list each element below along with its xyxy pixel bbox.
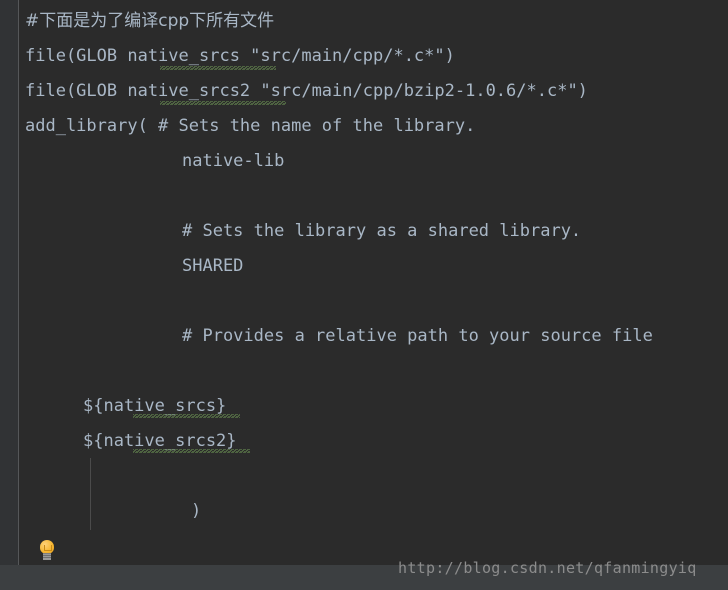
code-line-text: #下面是为了编译cpp下所有文件 xyxy=(25,11,275,31)
code-line-11[interactable]: ) xyxy=(191,494,201,529)
code-line-5[interactable]: native-lib xyxy=(182,144,284,179)
warning-squiggle xyxy=(160,66,276,70)
code-line-4[interactable]: add_library( # Sets the name of the libr… xyxy=(25,109,475,144)
code-line-8[interactable]: # Provides a relative path to your sourc… xyxy=(182,319,653,354)
code-line-1[interactable]: #下面是为了编译cpp下所有文件 xyxy=(25,4,274,39)
code-line-3[interactable]: file(GLOB native_srcs2 "src/main/cpp/bzi… xyxy=(25,74,588,109)
warning-squiggle xyxy=(133,449,250,453)
code-line-10[interactable]: ${native_srcs2} xyxy=(83,424,237,459)
watermark-url: http://blog.csdn.net/qfanmingyiq xyxy=(398,559,697,577)
status-bar-left-strip xyxy=(0,565,18,590)
warning-squiggle xyxy=(133,414,240,418)
warning-squiggle xyxy=(160,101,286,105)
code-line-9[interactable]: ${native_srcs} xyxy=(83,389,226,424)
lightbulb-base-ridge xyxy=(43,557,51,558)
indent-guide-line xyxy=(90,458,91,530)
lightbulb-filament xyxy=(44,545,52,551)
code-line-6[interactable]: # Sets the library as a shared library. xyxy=(182,214,581,249)
code-line-7[interactable]: SHARED xyxy=(182,249,243,284)
code-text-area[interactable]: #下面是为了编译cpp下所有文件 file(GLOB native_srcs "… xyxy=(19,0,728,565)
lightbulb-icon[interactable] xyxy=(38,540,56,560)
editor-left-frame-strip xyxy=(0,0,18,565)
lightbulb-base-ridge xyxy=(43,555,51,556)
code-editor-window: #下面是为了编译cpp下所有文件 file(GLOB native_srcs "… xyxy=(0,0,728,590)
